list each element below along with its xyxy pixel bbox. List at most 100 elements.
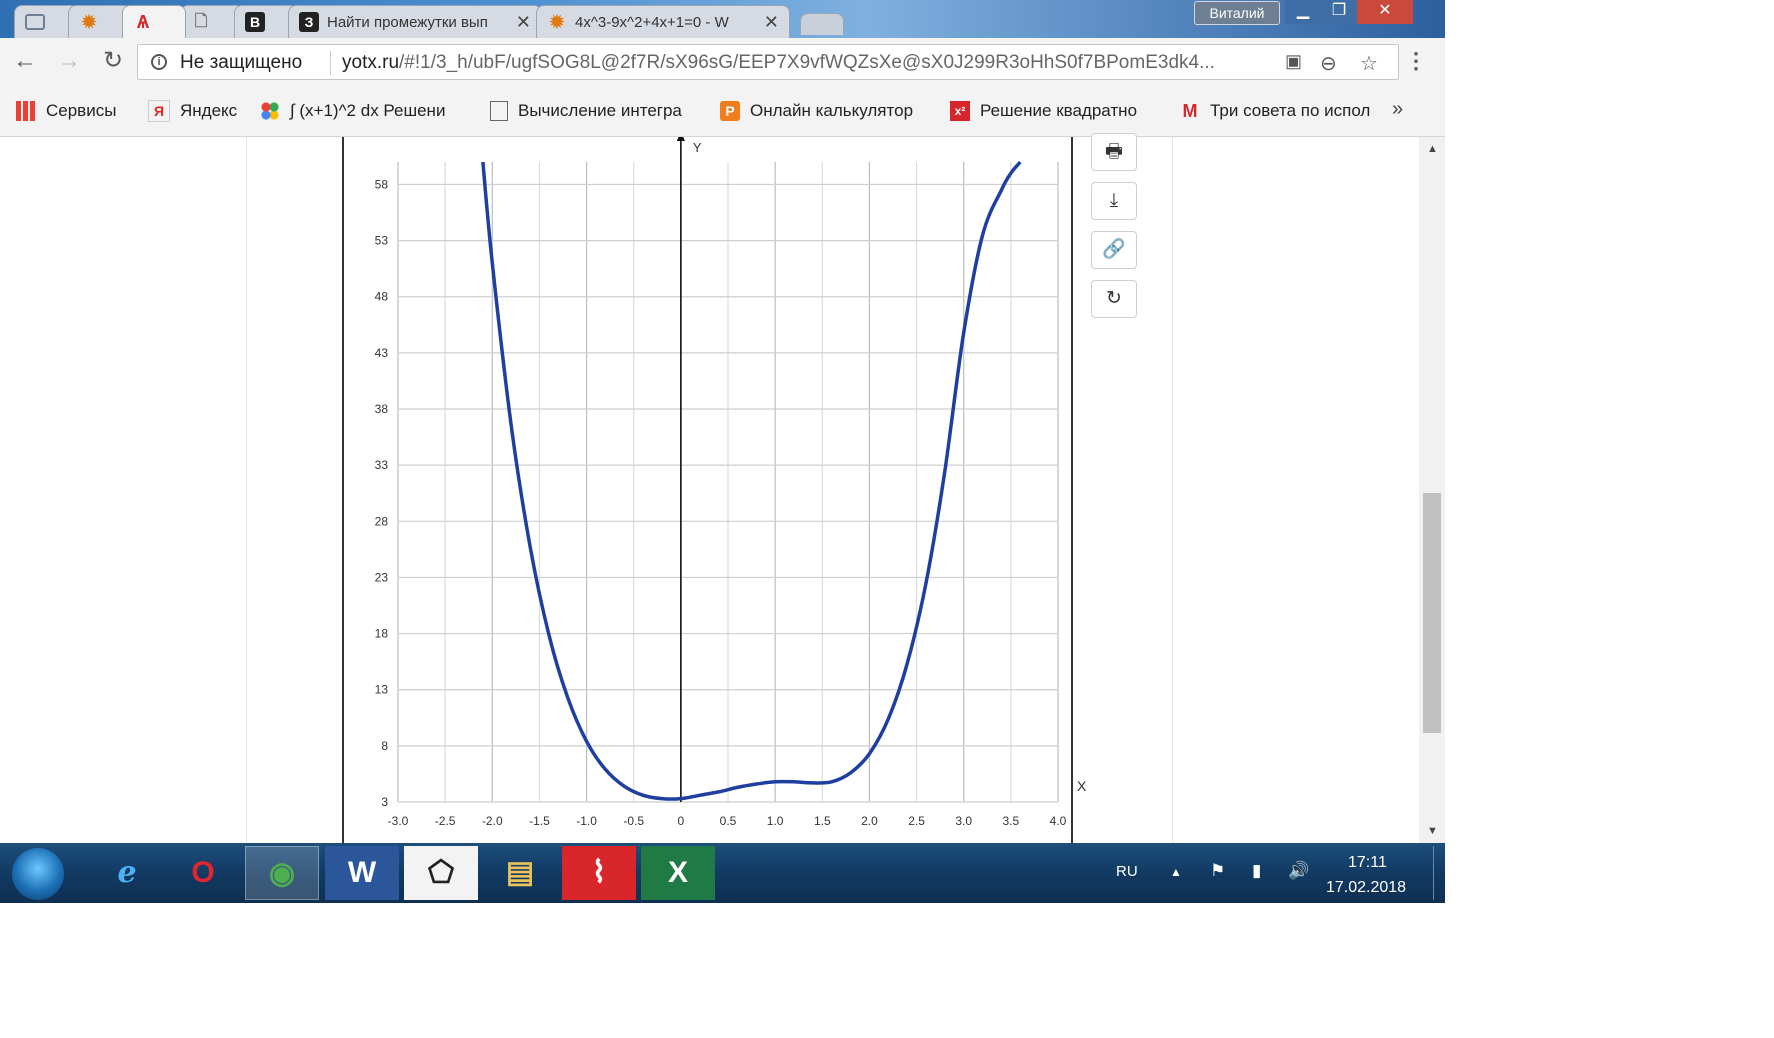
- show-desktop-button[interactable]: [1433, 846, 1445, 900]
- apps-grid-icon: [16, 101, 36, 121]
- flag-icon[interactable]: ⚑: [1210, 861, 1225, 881]
- new-tab-button[interactable]: [800, 13, 844, 35]
- clock-time[interactable]: 17:11: [1348, 854, 1387, 872]
- bookmark-yandex[interactable]: Я Яндекс: [148, 99, 248, 123]
- close-icon[interactable]: ✕: [764, 12, 779, 33]
- x-tick-label: -3.0: [388, 814, 409, 828]
- url-host: yotx.ru: [342, 52, 400, 73]
- geogebra-app[interactable]: ⬠: [404, 846, 478, 900]
- address-bar[interactable]: i Не защищено yotx.ru/#!1/3_h/ubF/ugfSOG…: [137, 44, 1399, 80]
- pdf-app[interactable]: ⌇: [562, 846, 636, 900]
- tab-naiti[interactable]: З Найти промежутки вып ✕: [288, 5, 542, 38]
- scroll-down-icon[interactable]: ▼: [1427, 825, 1438, 837]
- red-x2-icon: x²: [950, 101, 970, 121]
- url-text[interactable]: yotx.ru/#!1/3_h/ubF/ugfSOG8L@2f7R/sX96sG…: [342, 52, 1215, 74]
- geogebra-icon: ⬠: [427, 856, 455, 889]
- minimize-button[interactable]: ▁: [1285, 0, 1321, 24]
- bookmark-label: Яндекс: [180, 101, 238, 120]
- explorer-app[interactable]: ▤: [483, 846, 557, 900]
- volume-icon[interactable]: 🔊: [1288, 861, 1309, 881]
- download-button[interactable]: ⤓: [1091, 182, 1137, 220]
- close-icon[interactable]: ✕: [516, 12, 531, 33]
- ie-app[interactable]: e: [90, 846, 164, 900]
- x-tick-label: -2.0: [482, 814, 503, 828]
- blocked-popup-icon[interactable]: ▣: [1285, 51, 1302, 72]
- print-button[interactable]: 🖶: [1091, 133, 1137, 171]
- yandex-icon: Я: [148, 100, 170, 122]
- sun-icon: ✹: [81, 12, 97, 32]
- x-tick-label: -1.5: [529, 814, 550, 828]
- divider: [1172, 137, 1173, 843]
- scrollbar-thumb[interactable]: [1423, 493, 1441, 733]
- y-tick-label: 8: [381, 739, 388, 753]
- scroll-up-icon[interactable]: ▲: [1427, 143, 1438, 155]
- y-axis-arrow: [676, 137, 685, 141]
- maximize-button[interactable]: ❐: [1321, 0, 1357, 24]
- y-tick-label: 58: [375, 177, 389, 191]
- bookmarks-bar: Сервисы Я Яндекс ∫ (x+1)^2 dx Решени Выч…: [0, 86, 1445, 137]
- excel-icon: X: [667, 856, 688, 889]
- page-content: Y X -3.0 -2.5 -2.0 -1.5 -1.0 -0.5 0 0.5 1.0 1.5 2.0…: [0, 133, 1445, 843]
- y-tick-label: 3: [381, 795, 388, 809]
- z-letter-icon: З: [299, 12, 319, 32]
- bookmark-label: Решение квадратно: [980, 101, 1138, 120]
- x-tick-label: 4.0: [1050, 814, 1067, 828]
- bookmark-integral[interactable]: ∫ (x+1)^2 dx Решени: [260, 99, 470, 123]
- info-icon[interactable]: i: [151, 54, 167, 70]
- y-tick-label: 23: [375, 570, 389, 584]
- y-tick-label: 43: [375, 346, 389, 360]
- b-letter-icon: B: [245, 12, 265, 32]
- star-icon[interactable]: ☆: [1360, 51, 1378, 76]
- link-button[interactable]: 🔗: [1091, 231, 1137, 269]
- profile-button[interactable]: Виталий: [1194, 1, 1280, 25]
- x-axis-label: X: [1077, 778, 1087, 794]
- close-window-button[interactable]: ✕: [1357, 0, 1413, 24]
- language-indicator[interactable]: RU: [1116, 863, 1138, 880]
- word-app[interactable]: W: [325, 846, 399, 900]
- security-label[interactable]: Не защищено: [180, 52, 302, 74]
- clock-date[interactable]: 17.02.2018: [1326, 879, 1406, 897]
- scrollbar[interactable]: ▲ ▼: [1419, 137, 1445, 843]
- page-icon: 🗋: [194, 13, 208, 30]
- y-tick-label: 18: [375, 627, 389, 641]
- browser-toolbar: ← → ↻ i Не защищено yotx.ru/#!1/3_h/ubF/…: [0, 38, 1445, 86]
- tab-active[interactable]: Ѧ: [122, 5, 186, 38]
- menu-icon[interactable]: ⋮: [1405, 48, 1427, 74]
- bookmark-calculator[interactable]: P Онлайн калькулятор: [720, 99, 935, 123]
- start-button[interactable]: [12, 848, 64, 900]
- tab-title: 4x^3-9x^2+4x+1=0 - W: [575, 13, 729, 31]
- red-letter-icon: Ѧ: [136, 12, 149, 32]
- x-tick-label: -0.5: [623, 814, 644, 828]
- download-icon: ⤓: [1109, 190, 1119, 211]
- zoom-icon[interactable]: ⊖: [1320, 51, 1337, 76]
- function-graph: Y X -3.0 -2.5 -2.0 -1.5 -1.0 -0.5 0 0.5 1.0 1.5 2.0…: [375, 137, 1087, 828]
- function-curve: [481, 160, 1022, 801]
- y-tick-label: 28: [375, 514, 389, 528]
- tab-title: Найти промежутки вып: [327, 13, 488, 31]
- y-tick-label: 13: [375, 683, 389, 697]
- bookmark-label: Три совета по испол: [1210, 101, 1371, 120]
- tab-equation[interactable]: ✹ 4x^3-9x^2+4x+1=0 - W ✕: [536, 5, 790, 38]
- share-icon: ↻: [1106, 288, 1122, 309]
- gmail-icon: M: [1182, 101, 1198, 121]
- ie-icon: e: [117, 855, 137, 890]
- opera-app[interactable]: O: [166, 846, 240, 900]
- bookmark-services[interactable]: Сервисы: [16, 99, 134, 123]
- x-tick-label: -2.5: [435, 814, 456, 828]
- back-icon[interactable]: ←: [10, 47, 40, 77]
- bookmark-vychislenie[interactable]: Вычисление интегра: [490, 99, 700, 123]
- opera-icon: O: [191, 856, 215, 889]
- network-icon[interactable]: ▮: [1252, 861, 1261, 881]
- forward-icon[interactable]: →: [54, 47, 84, 77]
- bookmark-gmail[interactable]: M Три совета по испол: [1180, 99, 1390, 123]
- tray-expand-icon[interactable]: ▲: [1170, 865, 1182, 879]
- bookmark-quadratic[interactable]: x² Решение квадратно: [950, 99, 1165, 123]
- bookmark-label: ∫ (x+1)^2 dx Решени: [290, 101, 446, 120]
- more-bookmarks-icon[interactable]: »: [1392, 98, 1403, 121]
- y-tick-label: 38: [375, 402, 389, 416]
- x-tick-label: 1.5: [814, 814, 831, 828]
- excel-app[interactable]: X: [641, 846, 715, 900]
- share-button[interactable]: ↻: [1091, 280, 1137, 318]
- reload-icon[interactable]: ↻: [98, 47, 128, 77]
- chrome-app[interactable]: ◉: [245, 846, 319, 900]
